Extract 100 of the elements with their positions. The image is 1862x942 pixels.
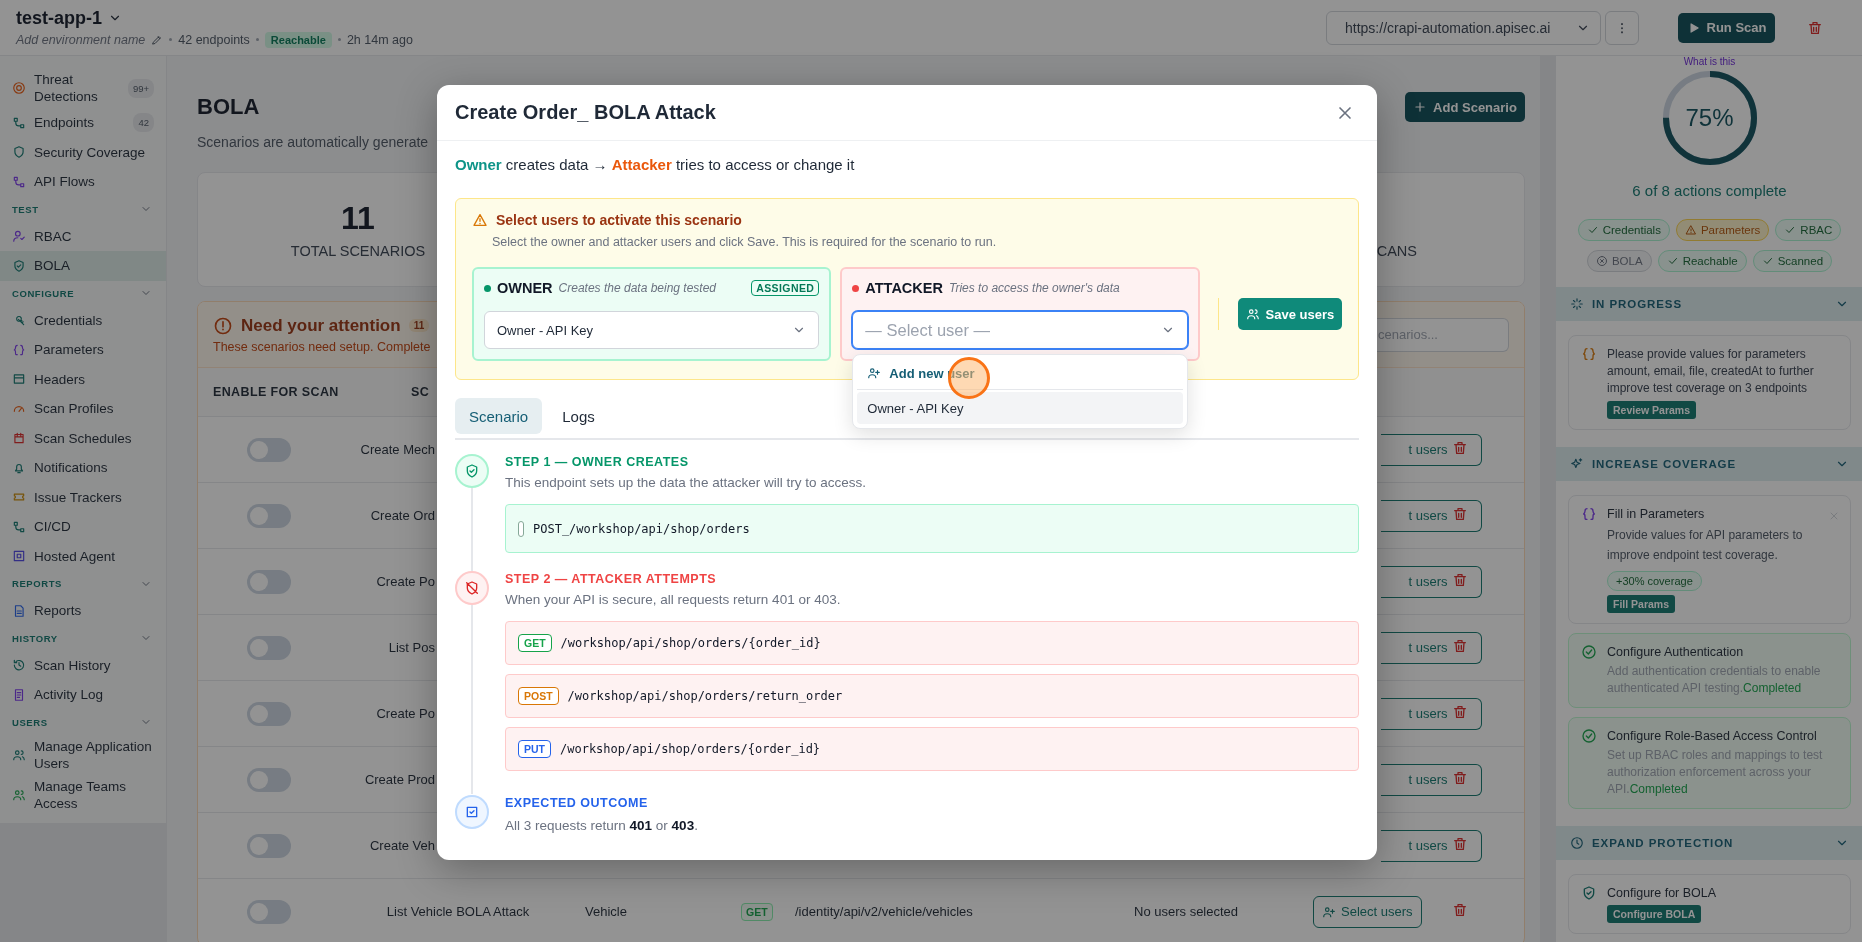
toggle-switch[interactable] (247, 899, 291, 924)
nav-item[interactable]: Notifications (0, 453, 166, 483)
save-users-button[interactable]: Save users (1237, 298, 1342, 330)
nav-item[interactable]: Manage Application Users (0, 734, 166, 775)
nav-item[interactable]: Threat Detections 99+ (0, 68, 166, 108)
help-link[interactable]: What is this (1556, 56, 1862, 68)
toggle-switch[interactable] (247, 767, 291, 792)
trash-icon[interactable] (1452, 638, 1468, 654)
spinner-icon (1570, 297, 1584, 311)
select-users-button[interactable]: t users (1381, 697, 1482, 730)
dialog-title: Create Order_ BOLA Attack (455, 101, 716, 124)
tab[interactable]: Scenario (455, 398, 543, 434)
add-scenario-button[interactable]: Add Scenario (1405, 92, 1525, 122)
app-name[interactable]: test-app-1 (16, 7, 102, 29)
nodes-icon (12, 519, 26, 534)
log-icon (12, 687, 26, 702)
nav-item[interactable]: Security Coverage (0, 137, 166, 167)
select-users-button[interactable]: t users (1381, 763, 1482, 796)
nav-item[interactable]: Credentials (0, 305, 166, 335)
calendar-icon (12, 431, 26, 446)
action-button[interactable]: Review Params (1607, 401, 1697, 419)
action-button[interactable]: Fill Params (1607, 595, 1676, 613)
nodes-icon (12, 115, 26, 130)
nav-item[interactable]: Parameters (0, 335, 166, 365)
endpoint-path: /identity/api/v2/vehicle/vehicles (795, 904, 973, 919)
nav-item[interactable]: RBAC (0, 221, 166, 251)
check-icon (1784, 224, 1797, 236)
endpoint-path: /workshop/api/shop/orders/{order_id} (560, 742, 821, 756)
status-chip: Parameters (1675, 219, 1770, 241)
nav-item[interactable]: Headers (0, 364, 166, 394)
select-users-button[interactable]: Select users (1313, 895, 1422, 928)
select-users-button[interactable]: t users (1381, 631, 1482, 664)
card-title: Configure Authentication (1607, 644, 1744, 660)
trash-icon[interactable] (1452, 506, 1468, 522)
nav-item[interactable]: Endpoints 42 (0, 108, 166, 138)
trash-icon[interactable] (1452, 572, 1468, 588)
tab[interactable]: Logs (548, 398, 609, 434)
section-header[interactable]: HISTORY (0, 625, 166, 651)
braces-icon (1581, 346, 1597, 362)
toggle-switch[interactable] (247, 569, 291, 594)
server-icon (12, 549, 26, 564)
trash-icon[interactable] (1452, 440, 1468, 456)
checkbox-icon (464, 804, 480, 820)
trash-icon[interactable] (1452, 902, 1468, 918)
nav-item[interactable]: BOLA (0, 251, 166, 281)
section-header[interactable]: EXPAND PROTECTION (1556, 826, 1862, 860)
section-header[interactable]: TEST (0, 196, 166, 222)
nav-item[interactable]: Scan Schedules (0, 423, 166, 453)
sparkle-icon (1570, 457, 1584, 471)
method-tag: GET (518, 634, 552, 652)
environment-name-field[interactable]: Add environment name (16, 32, 146, 47)
trash-icon[interactable] (1452, 770, 1468, 786)
count-badge: 99+ (127, 78, 154, 98)
section-header[interactable]: REPORTS (0, 571, 166, 596)
nav-item[interactable]: Manage Teams Access (0, 774, 166, 815)
nav-item[interactable]: API Flows (0, 167, 166, 197)
warning-icon (1684, 224, 1697, 236)
users-icon (12, 787, 26, 802)
nav-item[interactable]: Scan Profiles (0, 394, 166, 424)
trash-icon[interactable] (1452, 836, 1468, 852)
action-button[interactable]: Configure BOLA (1607, 905, 1702, 923)
nav-item[interactable]: Reports (0, 596, 166, 626)
toggle-switch[interactable] (247, 635, 291, 660)
toggle-switch[interactable] (247, 437, 291, 462)
user-select[interactable]: Owner - API Key (484, 311, 820, 349)
dropdown-option[interactable]: Owner - API Key (857, 392, 1183, 424)
step-title: EXPECTED OUTCOME (505, 795, 649, 811)
trash-icon[interactable] (1807, 19, 1823, 36)
nav-item[interactable]: Activity Log (0, 680, 166, 710)
select-users-button[interactable]: t users (1381, 499, 1482, 532)
nav-item[interactable]: Issue Trackers (0, 482, 166, 512)
role-description: Tries to access the owner's data (948, 281, 1121, 295)
status-chip: Scanned (1752, 250, 1833, 272)
url-select[interactable]: https://crapi-automation.apisec.ai (1326, 10, 1601, 45)
select-users-button[interactable]: t users (1381, 433, 1482, 466)
role-name: ATTACKER (865, 280, 943, 296)
assigned-badge: ASSIGNED (751, 280, 820, 296)
step-title: STEP 2 — ATTACKER ATTEMPTS (505, 571, 718, 587)
toggle-switch[interactable] (247, 833, 291, 858)
section-header[interactable]: INCREASE COVERAGE (1556, 447, 1862, 481)
section-header[interactable]: IN PROGRESS (1556, 287, 1862, 321)
progress-caption: 6 of 8 actions complete (1631, 182, 1788, 199)
nav-item[interactable]: Scan History (0, 650, 166, 680)
toggle-switch[interactable] (247, 701, 291, 726)
user-select[interactable]: — Select user — (852, 311, 1188, 349)
check-icon (1586, 224, 1599, 236)
pencil-icon[interactable] (151, 33, 164, 46)
role-name: OWNER (497, 280, 553, 296)
select-users-button[interactable]: t users (1381, 565, 1482, 598)
toggle-switch[interactable] (247, 503, 291, 528)
section-header[interactable]: USERS (0, 709, 166, 735)
step-title: STEP 1 — OWNER CREATES (505, 454, 690, 470)
method-tag: GET (741, 903, 773, 921)
run-scan-button[interactable]: Run Scan (1678, 12, 1775, 43)
braces-icon (12, 342, 26, 357)
nav-item[interactable]: CI/CD (0, 512, 166, 542)
scenario-name: Create Mech (359, 442, 435, 457)
select-users-button[interactable]: t users (1381, 829, 1482, 862)
trash-icon[interactable] (1452, 704, 1468, 720)
nav-item[interactable]: Hosted Agent (0, 541, 166, 571)
